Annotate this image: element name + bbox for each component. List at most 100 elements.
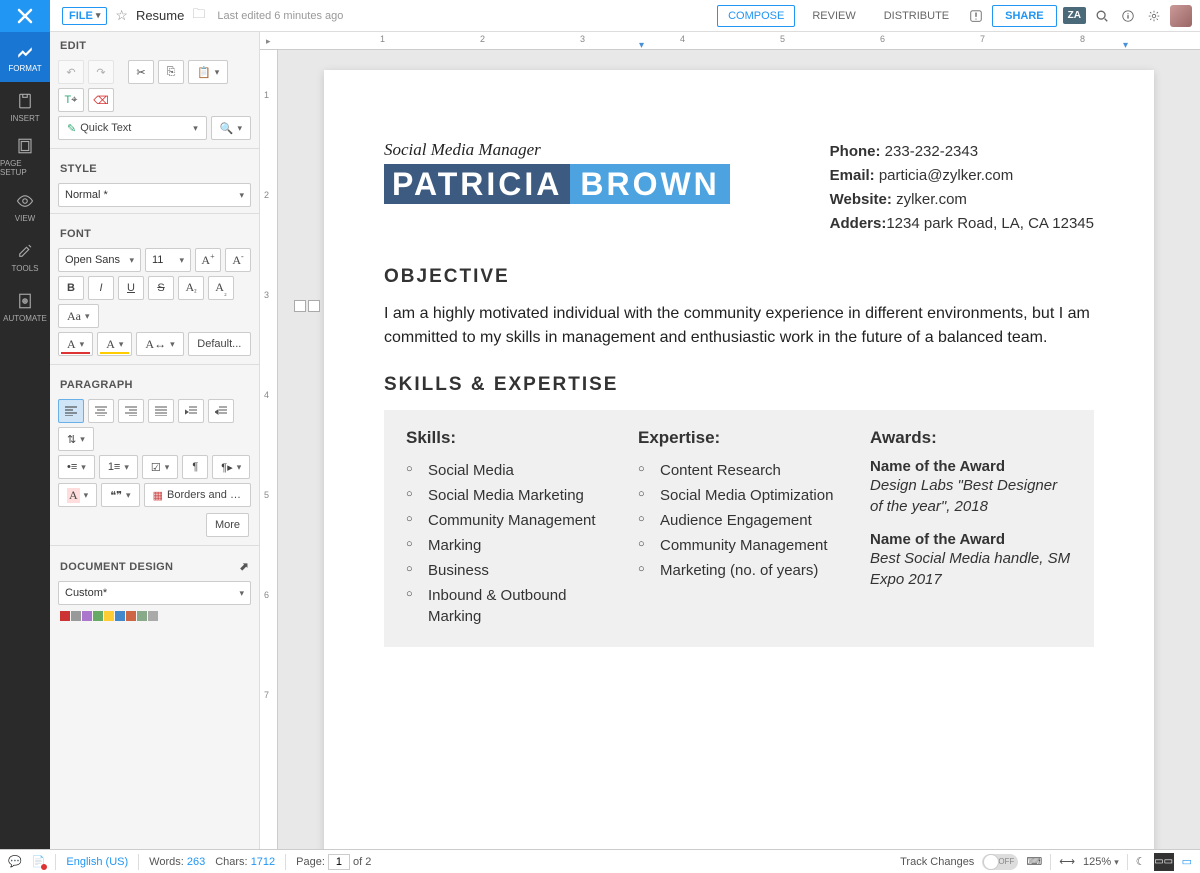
align-right-button[interactable]: [118, 399, 144, 423]
paste-button[interactable]: 📋▾: [188, 60, 228, 84]
app-close-button[interactable]: [0, 0, 50, 32]
compose-tab[interactable]: COMPOSE: [717, 5, 795, 27]
review-tab[interactable]: REVIEW: [801, 5, 866, 27]
awards-header[interactable]: Awards:: [870, 428, 1072, 448]
search-icon[interactable]: [1092, 6, 1112, 26]
zoom-control[interactable]: 125% ▾: [1083, 856, 1119, 868]
doc-subtitle[interactable]: Social Media Manager: [384, 140, 730, 160]
theme-swatches[interactable]: [60, 607, 249, 621]
view-mode-pages-icon[interactable]: ▭▭: [1154, 853, 1174, 871]
align-justify-button[interactable]: [148, 399, 174, 423]
keyboard-icon[interactable]: ⌨: [1026, 855, 1042, 868]
spellcheck-icon[interactable]: 📄: [32, 855, 46, 868]
distribute-tab[interactable]: DISTRIBUTE: [873, 5, 960, 27]
skills-title[interactable]: SKILLS & EXPERTISE: [384, 374, 1094, 396]
strikethrough-button[interactable]: S: [148, 276, 174, 300]
share-button[interactable]: SHARE: [992, 5, 1057, 27]
quote-button[interactable]: ❝❞▾: [101, 483, 139, 507]
increase-indent-button[interactable]: [208, 399, 234, 423]
decrease-indent-button[interactable]: [178, 399, 204, 423]
info-icon[interactable]: [1118, 6, 1138, 26]
rail-automate[interactable]: AUTOMATE: [0, 282, 50, 332]
doc-contact[interactable]: Phone: 233-232-2343 Email: particia@zylk…: [830, 140, 1094, 236]
track-changes-toggle[interactable]: OFF: [982, 854, 1018, 870]
redo-button[interactable]: ↷: [88, 60, 114, 84]
text-direction-button[interactable]: ¶▸▾: [212, 455, 250, 479]
page-input[interactable]: [328, 854, 350, 870]
format-painter-button[interactable]: T⌖: [58, 88, 84, 112]
notifications-icon[interactable]: [966, 6, 986, 26]
skills-header[interactable]: Skills:: [406, 428, 608, 448]
settings-icon[interactable]: [1144, 6, 1164, 26]
horizontal-ruler[interactable]: ▸ ▾ ▾ 12345678: [260, 32, 1200, 50]
highlight-button[interactable]: A▾: [97, 332, 132, 356]
cut-button[interactable]: ✂: [128, 60, 154, 84]
font-size-select[interactable]: 11▾: [145, 248, 191, 272]
rail-view[interactable]: VIEW: [0, 182, 50, 232]
za-badge[interactable]: ZA: [1063, 7, 1086, 24]
rail-format[interactable]: FORMAT: [0, 32, 50, 82]
expertise-list[interactable]: Content Research Social Media Optimizati…: [638, 458, 840, 583]
objective-body[interactable]: I am a highly motivated individual with …: [384, 302, 1094, 350]
document-page[interactable]: Social Media Manager PATRICIABROWN Phone…: [324, 70, 1154, 849]
skills-block[interactable]: Skills: Social Media Social Media Market…: [384, 410, 1094, 647]
fit-width-icon[interactable]: ⟷: [1059, 855, 1075, 868]
rail-insert[interactable]: INSERT: [0, 82, 50, 132]
case-button[interactable]: Aa▾: [58, 304, 99, 328]
style-select[interactable]: Normal *▾: [58, 183, 251, 207]
quick-text-button[interactable]: ✎Quick Text▾: [58, 116, 207, 140]
clear-format-button[interactable]: ⌫: [88, 88, 114, 112]
popout-icon[interactable]: ⬈: [239, 560, 249, 573]
borders-shading-button[interactable]: ▦Borders and S...: [144, 483, 251, 507]
italic-button[interactable]: I: [88, 276, 114, 300]
find-replace-button[interactable]: 🔍▾: [211, 116, 251, 140]
word-count[interactable]: Words: 263: [149, 856, 205, 868]
skills-list[interactable]: Social Media Social Media Marketing Comm…: [406, 458, 608, 629]
objective-title[interactable]: OBJECTIVE: [384, 266, 1094, 288]
user-avatar[interactable]: [1170, 5, 1192, 27]
undo-button[interactable]: ↶: [58, 60, 84, 84]
align-center-button[interactable]: [88, 399, 114, 423]
page-margin-handles[interactable]: [294, 300, 320, 312]
subscript-button[interactable]: A₂: [208, 276, 234, 300]
align-left-button[interactable]: [58, 399, 84, 423]
rail-page-setup[interactable]: PAGE SETUP: [0, 132, 50, 182]
file-menu-button[interactable]: FILE▾: [62, 7, 107, 25]
style-section-title: STYLE: [50, 155, 259, 181]
track-changes-label: Track Changes: [900, 856, 974, 868]
reader-mode-icon[interactable]: ▭: [1182, 855, 1192, 868]
ruler-indent-marker-icon[interactable]: ▸: [266, 36, 271, 47]
language-button[interactable]: English (US): [66, 856, 128, 868]
doc-design-title: DOCUMENT DESIGN ⬈: [50, 552, 259, 579]
font-default-button[interactable]: Default...: [188, 332, 251, 356]
doc-design-select[interactable]: Custom*▾: [58, 581, 251, 605]
vertical-ruler[interactable]: 1234567: [260, 50, 278, 849]
folder-icon[interactable]: 🗀: [192, 5, 205, 27]
comments-icon[interactable]: 💬: [8, 855, 22, 868]
numbered-list-button[interactable]: 1≡▾: [99, 455, 138, 479]
font-color-button[interactable]: A▾: [58, 332, 93, 356]
doc-name[interactable]: PATRICIABROWN: [384, 166, 730, 203]
increase-font-button[interactable]: A+: [195, 248, 221, 272]
bullet-list-button[interactable]: •≡▾: [58, 455, 95, 479]
night-mode-icon[interactable]: ☾: [1136, 855, 1146, 868]
page-indicator[interactable]: Page: of 2: [296, 854, 371, 870]
page-scroll-area[interactable]: Social Media Manager PATRICIABROWN Phone…: [278, 50, 1200, 849]
shading-button[interactable]: A▾: [58, 483, 97, 507]
char-spacing-button[interactable]: A↔▾: [136, 332, 183, 356]
checklist-button[interactable]: ☑▾: [142, 455, 178, 479]
rail-tools[interactable]: TOOLS: [0, 232, 50, 282]
font-family-select[interactable]: Open Sans▾: [58, 248, 141, 272]
underline-button[interactable]: U: [118, 276, 144, 300]
expertise-header[interactable]: Expertise:: [638, 428, 840, 448]
pilcrow-button[interactable]: ¶: [182, 455, 208, 479]
line-spacing-button[interactable]: ⇅▾: [58, 427, 94, 451]
decrease-font-button[interactable]: A-: [225, 248, 251, 272]
copy-button[interactable]: ⎘: [158, 60, 184, 84]
star-icon[interactable]: ☆: [115, 7, 128, 24]
more-button[interactable]: More: [206, 513, 249, 537]
char-count[interactable]: Chars: 1712: [215, 856, 275, 868]
bold-button[interactable]: B: [58, 276, 84, 300]
superscript-button[interactable]: A²: [178, 276, 204, 300]
document-title[interactable]: Resume: [136, 8, 184, 23]
